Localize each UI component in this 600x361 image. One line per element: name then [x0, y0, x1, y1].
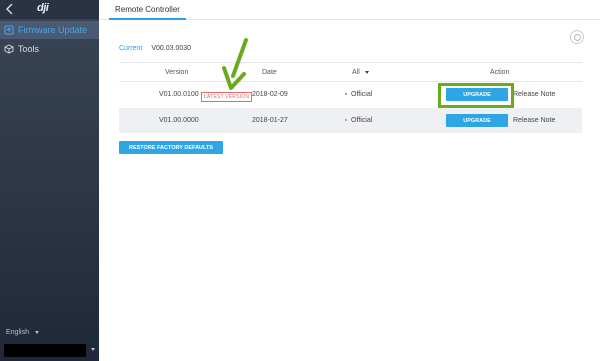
sidebar-item-tools[interactable]: Tools — [0, 40, 99, 58]
row-type-label: Official — [351, 117, 373, 124]
caret-down-icon — [364, 71, 369, 74]
status-dot-icon — [345, 93, 347, 96]
tools-cube-icon — [4, 44, 14, 54]
current-value: V00.03.0030 — [151, 45, 192, 52]
row-version: V01.00.0000 — [159, 117, 199, 124]
current-label: Current — [119, 45, 143, 52]
sidebar-item-label: Tools — [18, 44, 40, 54]
chevron-down-icon — [34, 331, 39, 334]
header-action: Action — [490, 69, 510, 76]
back-chevron-icon[interactable] — [4, 3, 16, 15]
tab-bar: Remote Controller — [99, 0, 600, 20]
row-type: Official — [345, 91, 372, 98]
row-type: Official — [345, 117, 372, 124]
upgrade-button[interactable]: UPGRADE — [446, 114, 508, 127]
table-header: Version Date All Action — [119, 62, 582, 82]
sidebar-item-firmware-update[interactable]: Firmware Update — [0, 21, 99, 39]
row-date: 2018-01-27 — [252, 117, 288, 124]
header-version: Version — [165, 69, 189, 76]
sidebar-header: dji — [0, 0, 99, 19]
app-window: dji Firmware Update Tools English Remote… — [0, 0, 600, 361]
table-row: V01.00.0000 2018-01-27 Official UPGRADE … — [119, 108, 582, 133]
chevron-down-icon[interactable] — [91, 348, 95, 351]
tab-remote-controller[interactable]: Remote Controller — [109, 0, 186, 20]
header-date: Date — [262, 69, 277, 76]
sidebar-item-label: Firmware Update — [18, 25, 88, 35]
filter-label: All — [352, 69, 360, 76]
restore-factory-defaults-button[interactable]: RESTORE FACTORY DEFAULTS — [119, 141, 223, 154]
current-version: Current V00.03.0030 — [119, 45, 191, 52]
row-type-label: Official — [351, 91, 373, 98]
firmware-update-icon — [4, 25, 14, 35]
row-version: V01.00.0100 — [159, 91, 199, 98]
dji-logo: dji — [37, 2, 49, 14]
highlight-box — [438, 83, 514, 108]
latest-version-badge: LATEST VERSION — [201, 92, 253, 102]
sidebar: dji Firmware Update Tools English — [0, 0, 99, 361]
annotation-arrow-icon — [222, 38, 248, 90]
language-label: English — [6, 329, 29, 336]
status-dot-icon — [345, 119, 347, 122]
release-note-link[interactable]: Release Note — [513, 91, 555, 98]
filter-dropdown[interactable]: All — [352, 69, 369, 76]
row-date: 2018-02-09 — [252, 91, 288, 98]
language-selector[interactable]: English — [6, 329, 39, 336]
release-note-link[interactable]: Release Note — [513, 117, 555, 124]
refresh-icon[interactable] — [570, 30, 584, 44]
device-selector[interactable] — [4, 344, 86, 357]
